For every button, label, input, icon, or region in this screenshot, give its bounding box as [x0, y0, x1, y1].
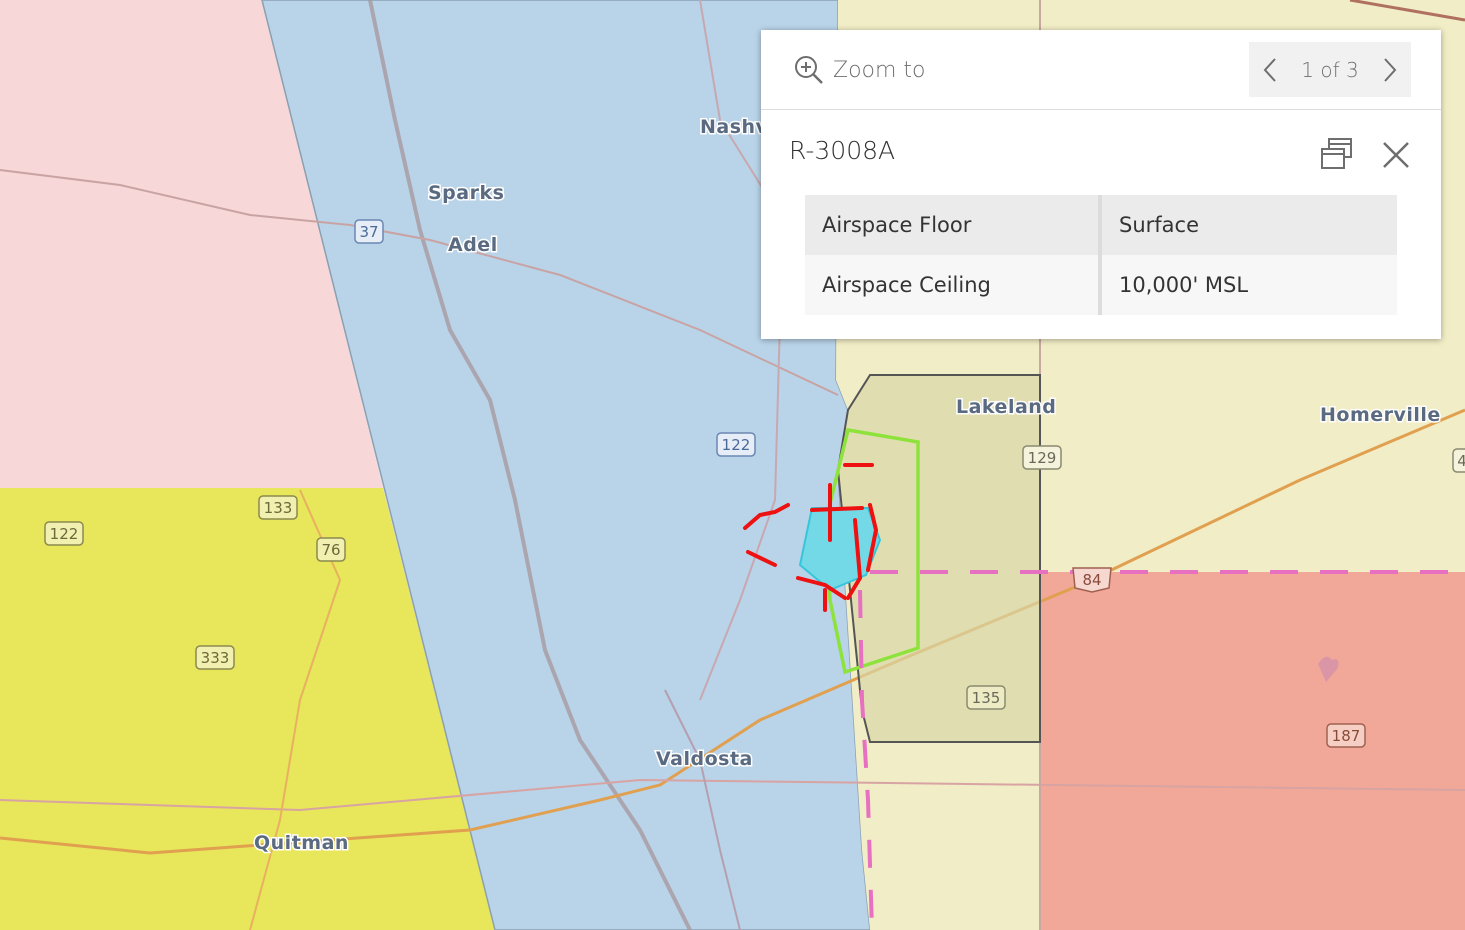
attribute-key: Airspace Ceiling [805, 255, 1102, 315]
svg-text:187: 187 [1332, 727, 1361, 745]
place-label-adel: Adel [448, 234, 498, 256]
place-label-nashville: Nashv [700, 116, 769, 138]
chevron-right-icon [1384, 57, 1397, 82]
attribute-value: 10,000' MSL [1100, 255, 1397, 315]
next-feature-button[interactable] [1379, 50, 1401, 90]
route-shield-187: 187 [1326, 723, 1366, 748]
svg-text:133: 133 [264, 499, 293, 517]
route-shield-333: 333 [195, 645, 235, 670]
table-row: Airspace Floor Surface [805, 195, 1397, 255]
table-row: Airspace Ceiling 10,000' MSL [805, 255, 1397, 315]
previous-feature-button[interactable] [1259, 50, 1281, 90]
svg-text:37: 37 [359, 223, 378, 241]
svg-text:135: 135 [972, 689, 1001, 707]
route-shield-4: 4 [1452, 448, 1465, 473]
route-shield-135: 135 [966, 685, 1006, 710]
svg-text:129: 129 [1028, 449, 1057, 467]
route-shield-76: 76 [316, 537, 346, 562]
close-icon [1383, 142, 1409, 168]
attribute-value: Surface [1100, 195, 1397, 255]
feature-pager: 1 of 3 [1249, 42, 1411, 97]
place-label-valdosta: Valdosta [656, 748, 753, 770]
route-shield-133: 133 [258, 495, 298, 520]
place-label-lakeland: Lakeland [956, 396, 1056, 418]
route-shield-122-west: 122 [44, 521, 84, 546]
svg-text:4: 4 [1457, 452, 1465, 470]
airspace-zone-red[interactable] [1040, 572, 1465, 930]
feature-count: 1 of 3 [1301, 57, 1359, 82]
svg-text:122: 122 [50, 525, 79, 543]
svg-text:333: 333 [201, 649, 230, 667]
attribute-table: Airspace Floor Surface Airspace Ceiling … [805, 195, 1397, 315]
svg-text:122: 122 [722, 436, 751, 454]
feature-popup: Zoom to 1 of 3 R-3008A Airspace Floor Su… [761, 30, 1441, 339]
close-popup-button[interactable] [1379, 138, 1413, 172]
route-shield-37: 37 [354, 219, 384, 244]
chevron-left-icon [1263, 57, 1276, 82]
place-label-homerville: Homerville [1320, 404, 1441, 426]
zoom-to-label: Zoom to [833, 57, 926, 83]
dock-icon [1321, 138, 1352, 169]
zoom-to-button[interactable]: Zoom to [793, 52, 926, 88]
attribute-key: Airspace Floor [805, 195, 1102, 255]
place-label-sparks: Sparks [428, 182, 504, 204]
svg-text:76: 76 [321, 541, 340, 559]
dock-popup-button[interactable] [1319, 137, 1355, 171]
route-shield-84: 84 [1072, 567, 1112, 593]
zoom-in-icon [795, 56, 823, 84]
popup-title: R-3008A [789, 136, 896, 165]
route-shield-129: 129 [1022, 445, 1062, 470]
popup-header: Zoom to 1 of 3 [761, 30, 1441, 110]
place-label-quitman: Quitman [254, 832, 349, 854]
svg-text:84: 84 [1082, 571, 1101, 589]
route-shield-122-east: 122 [716, 432, 756, 457]
